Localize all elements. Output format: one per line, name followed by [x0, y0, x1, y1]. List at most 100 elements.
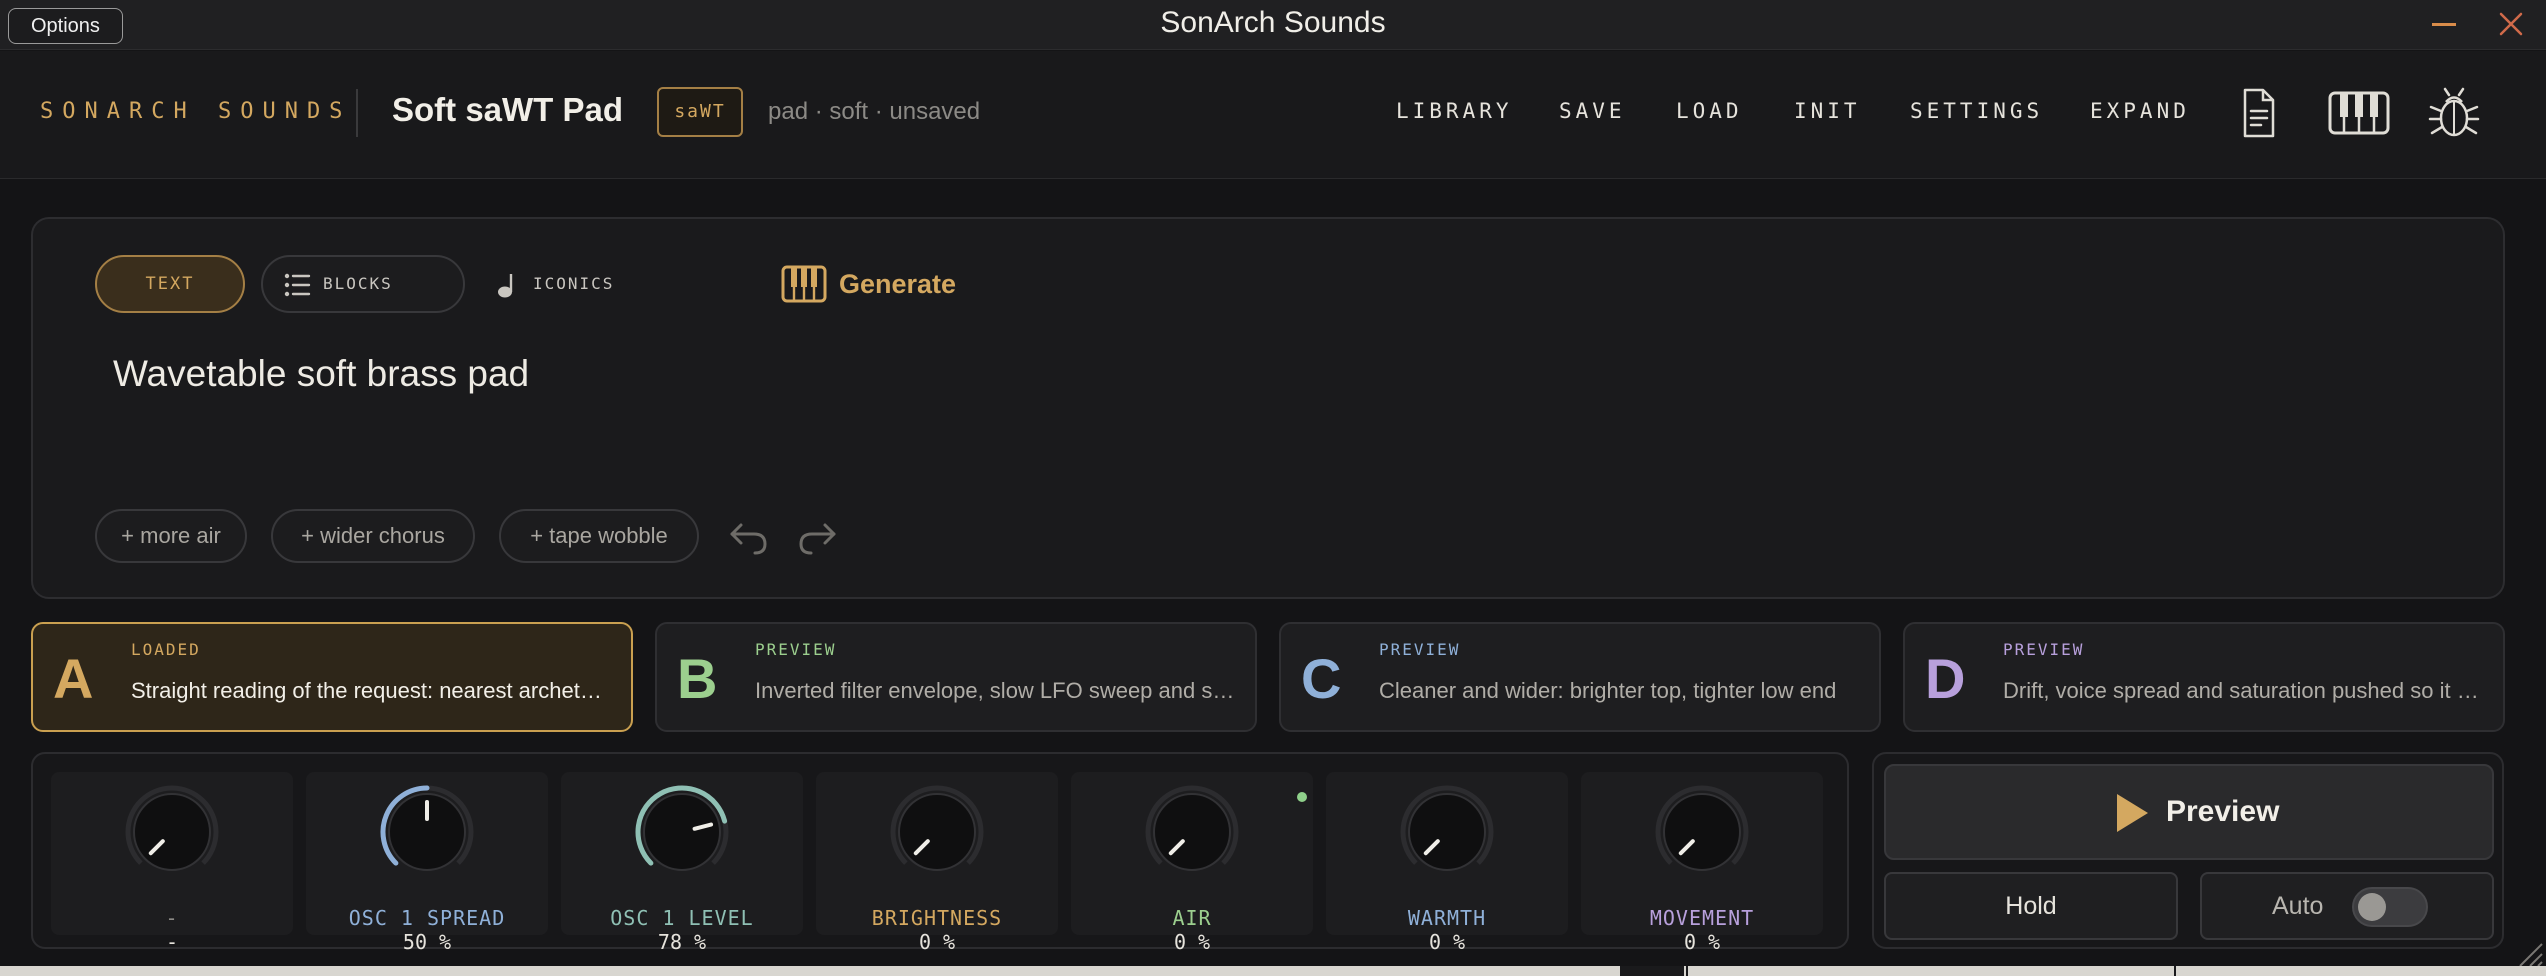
knob-value: 0 % — [1428, 930, 1466, 954]
toggle-thumb — [2358, 893, 2386, 921]
knob-label: OSC 1 SPREAD — [348, 906, 506, 930]
undo-icon[interactable] — [727, 515, 771, 559]
preview-label: Preview — [2166, 795, 2280, 828]
preview-button[interactable]: Preview — [1884, 764, 2494, 860]
knob-cell: BRIGHTNESS 0 % — [816, 772, 1058, 954]
prompt-panel: TEXT BLOCKS ICONICS Generate Wavetable s… — [31, 217, 2505, 599]
mode-tab-iconics-label: ICONICS — [533, 274, 615, 293]
variant-description: Drift, voice spread and saturation pushe… — [2003, 678, 2483, 703]
brand-logo-text: SONARCH SOUNDS — [40, 99, 352, 124]
modulation-indicator — [1297, 792, 1307, 802]
variant-letter: B — [677, 647, 718, 710]
variant-card-d[interactable]: D PREVIEW Drift, voice spread and satura… — [1903, 622, 2505, 732]
suggestion-chip-more-air[interactable]: + more air — [95, 509, 247, 563]
variant-card-a[interactable]: A LOADED Straight reading of the request… — [31, 622, 633, 732]
warmth-knob[interactable] — [1397, 782, 1497, 882]
header-divider — [356, 89, 358, 137]
nav-expand[interactable]: EXPAND — [2090, 99, 2190, 123]
window-title: SonArch Sounds — [1160, 6, 1386, 39]
suggestion-chip-tape-wobble[interactable]: + tape wobble — [499, 509, 699, 563]
variant-letter: D — [1925, 647, 1966, 710]
knob-cell: OSC 1 LEVEL 78 % — [561, 772, 803, 954]
knob-cell: AIR 0 % — [1071, 772, 1313, 954]
nav-save[interactable]: SAVE — [1559, 99, 1626, 123]
variant-description: Cleaner and wider: brighter top, tighter… — [1379, 678, 1837, 703]
knob-body — [898, 793, 976, 871]
taskbar-strip — [0, 966, 2546, 976]
macro-knob-1[interactable] — [122, 782, 222, 882]
mode-tab-blocks-label: BLOCKS — [323, 274, 393, 293]
variant-letter: C — [1301, 647, 1342, 710]
knob-value: 0 % — [918, 930, 956, 954]
variant-description: Inverted filter envelope, slow LFO sweep… — [755, 678, 1235, 703]
preset-meta: pad · soft · unsaved — [768, 98, 981, 125]
variant-status: PREVIEW — [1379, 640, 1461, 659]
nav-library[interactable]: LIBRARY — [1396, 99, 1513, 123]
knob-value: - — [165, 930, 179, 954]
knob-body — [133, 793, 211, 871]
knob-value: 50 % — [402, 930, 452, 954]
knob-label: OSC 1 LEVEL — [610, 906, 754, 930]
auto-toggle[interactable] — [2352, 887, 2428, 927]
generate-label: Generate — [839, 269, 957, 299]
variant-card-b[interactable]: B PREVIEW Inverted filter envelope, slow… — [655, 622, 1257, 732]
minimize-icon[interactable] — [2432, 23, 2456, 26]
knob-cell: - - — [51, 772, 293, 954]
variant-status: LOADED — [131, 640, 201, 659]
nav-init[interactable]: INIT — [1794, 99, 1861, 123]
auto-label: Auto — [2272, 892, 2324, 920]
piano-keys-icon — [781, 265, 827, 303]
knob-cell: WARMTH 0 % — [1326, 772, 1568, 954]
close-icon[interactable] — [2495, 8, 2527, 40]
music-note-icon — [498, 274, 513, 298]
macro-knob-panel: - - OSC 1 SPREAD 50 % OSC 1 LEVEL 78 % B… — [31, 752, 1849, 954]
knob-value: 78 % — [657, 930, 707, 954]
air-knob[interactable] — [1142, 782, 1242, 882]
nav-load[interactable]: LOAD — [1676, 99, 1743, 123]
document-icon[interactable] — [2230, 85, 2286, 141]
brightness-knob[interactable] — [887, 782, 987, 882]
knob-label: BRIGHTNESS — [871, 906, 1003, 930]
auto-toggle-container: Auto — [2200, 872, 2494, 940]
generate-button[interactable]: Generate — [781, 255, 956, 313]
osc1-spread-knob[interactable] — [377, 782, 477, 882]
preset-tag-badge[interactable]: saWT — [657, 87, 743, 137]
hold-button[interactable]: Hold — [1884, 872, 2178, 940]
bug-icon[interactable] — [2426, 85, 2482, 141]
knob-value: 0 % — [1683, 930, 1721, 954]
knob-label: - — [165, 906, 179, 930]
list-icon — [284, 273, 311, 297]
knob-body — [1663, 793, 1741, 871]
taskbar-segment — [1686, 966, 2176, 976]
prompt-text-input[interactable]: Wavetable soft brass pad — [113, 353, 529, 395]
knob-body — [1153, 793, 1231, 871]
knob-label: MOVEMENT — [1649, 906, 1755, 930]
play-panel: Preview Hold Auto — [1872, 752, 2504, 949]
knob-label: AIR — [1172, 906, 1212, 930]
mode-tab-iconics[interactable]: ICONICS — [491, 255, 614, 313]
window-titlebar: Options SonArch Sounds — [0, 0, 2546, 50]
variant-letter: A — [53, 647, 94, 710]
knob-body — [1408, 793, 1486, 871]
play-icon — [2117, 794, 2148, 832]
app-header: SONARCH SOUNDS Soft saWT Pad saWT pad · … — [0, 51, 2546, 179]
variant-description: Straight reading of the request: nearest… — [131, 678, 611, 703]
redo-icon[interactable] — [795, 515, 839, 559]
mode-tab-text[interactable]: TEXT — [95, 255, 245, 313]
movement-knob[interactable] — [1652, 782, 1752, 882]
knob-value: 0 % — [1173, 930, 1211, 954]
piano-keys-icon[interactable] — [2327, 85, 2391, 141]
knob-cell: MOVEMENT 0 % — [1581, 772, 1823, 954]
knob-cell: OSC 1 SPREAD 50 % — [306, 772, 548, 954]
knob-label: WARMTH — [1407, 906, 1487, 930]
variant-status: PREVIEW — [755, 640, 837, 659]
osc1-level-knob[interactable] — [632, 782, 732, 882]
variant-card-c[interactable]: C PREVIEW Cleaner and wider: brighter to… — [1279, 622, 1881, 732]
resize-grip-icon[interactable] — [2512, 936, 2544, 968]
nav-settings[interactable]: SETTINGS — [1910, 99, 2043, 123]
taskbar-segment — [1620, 966, 1684, 976]
knob-body — [643, 793, 721, 871]
preset-name[interactable]: Soft saWT Pad — [392, 91, 623, 129]
mode-tab-blocks[interactable]: BLOCKS — [261, 255, 465, 313]
suggestion-chip-wider-chorus[interactable]: + wider chorus — [271, 509, 475, 563]
